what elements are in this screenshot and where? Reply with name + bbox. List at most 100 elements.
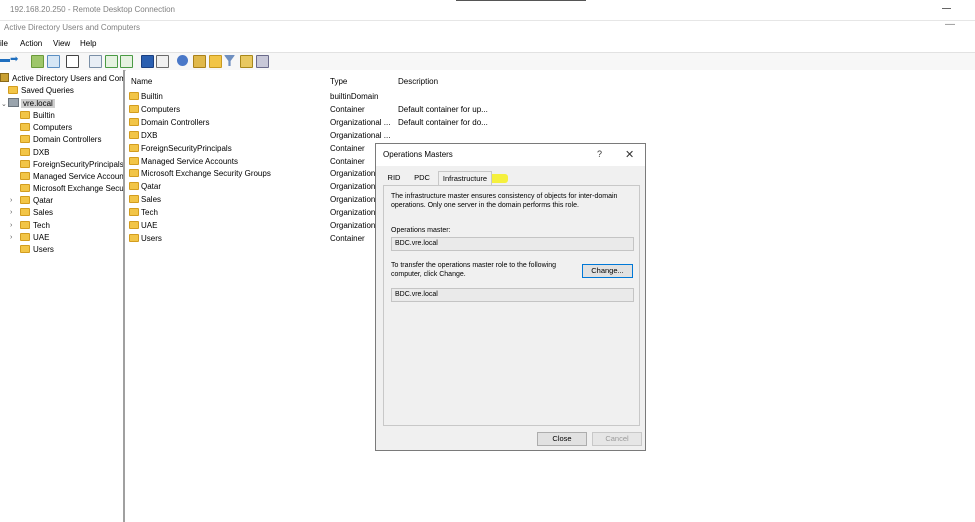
forward-arrow-icon[interactable]: ➡ [10, 54, 18, 65]
list-item-name: Tech [141, 208, 158, 218]
list-item-name: Builtin [141, 92, 163, 101]
folder-icon [129, 182, 139, 191]
folder-icon [129, 104, 139, 113]
pane-splitter[interactable] [123, 70, 125, 522]
tree-item-sales[interactable]: Sales [20, 207, 53, 219]
tree-item-qatar[interactable]: Qatar [20, 195, 53, 207]
add-to-group-icon[interactable] [256, 55, 269, 68]
list-item-name: ForeignSecurityPrincipals [141, 143, 232, 153]
chevron-down-icon[interactable]: ⌄ [1, 100, 7, 108]
tree-pane: Active Directory Users and Comp Saved Qu… [0, 70, 123, 522]
tab-infrastructure[interactable]: Infrastructure [438, 171, 492, 186]
folder-icon [20, 221, 30, 229]
domain-icon [8, 98, 19, 107]
tab-panel: The infrastructure master ensures consis… [383, 185, 640, 426]
menu-action[interactable]: Action [20, 39, 42, 48]
new-user-icon[interactable] [177, 55, 188, 66]
help-icon[interactable] [141, 55, 154, 68]
chevron-right-icon[interactable]: › [10, 222, 12, 229]
tree-item-managed-service-accounts[interactable]: Managed Service Accoun [20, 171, 123, 183]
list-item-name: UAE [141, 221, 158, 230]
column-header-type[interactable]: Type [330, 77, 347, 86]
column-header-name[interactable]: Name [131, 77, 152, 86]
tree-item-domain[interactable]: vre.local [8, 98, 55, 110]
list-item[interactable]: Builtin builtinDomain [129, 91, 529, 103]
tree-item-saved-queries[interactable]: Saved Queries [8, 85, 74, 97]
show-tree-icon[interactable] [47, 55, 60, 68]
list-item[interactable]: DXB Organizational ... [129, 130, 529, 142]
list-item-name: Managed Service Accounts [141, 156, 238, 166]
transfer-target-field[interactable]: BDC.vre.local [391, 288, 634, 302]
window-control-icon[interactable]: — [945, 19, 955, 30]
folder-icon [129, 130, 139, 139]
folder-icon [20, 233, 30, 241]
tree-item-dxb[interactable]: DXB [20, 147, 49, 159]
back-arrow-icon[interactable]: ▬ [0, 54, 10, 65]
list-item-type: Container [330, 104, 365, 114]
folder-icon [129, 143, 139, 152]
tab-rid[interactable]: RID [383, 171, 405, 185]
list-item-name: Qatar [141, 182, 162, 192]
properties-icon[interactable] [89, 55, 102, 68]
new-ou-icon[interactable] [209, 55, 222, 68]
chevron-right-icon[interactable]: › [10, 209, 12, 216]
folder-icon [129, 169, 139, 178]
help-icon[interactable]: ? [597, 149, 602, 159]
folder-icon [20, 196, 30, 204]
tree-item-tech[interactable]: Tech [20, 220, 50, 232]
chevron-right-icon[interactable]: › [10, 197, 12, 204]
list-item-name: Computers [141, 104, 181, 114]
delete-icon[interactable] [66, 55, 79, 68]
tree-item-computers[interactable]: Computers [20, 122, 72, 134]
column-header-description[interactable]: Description [398, 77, 438, 86]
action-pane-icon[interactable] [156, 55, 169, 68]
chevron-right-icon[interactable]: › [10, 234, 12, 241]
filter-icon[interactable] [224, 55, 235, 66]
list-item-name: Sales [141, 195, 162, 205]
new-group-icon[interactable] [193, 55, 206, 68]
tree-item-uae[interactable]: UAE [20, 232, 49, 244]
tree-item-users[interactable]: Users [20, 244, 54, 256]
folder-icon [20, 123, 30, 131]
folder-icon [129, 92, 139, 100]
close-button[interactable]: Close [537, 432, 587, 446]
directory-icon [0, 73, 9, 82]
find-icon[interactable] [240, 55, 253, 68]
rdp-connection-bar[interactable] [456, 0, 586, 1]
change-button[interactable]: Change... [582, 264, 633, 278]
list-item-type: builtinDomain [330, 92, 379, 101]
folder-icon [20, 245, 30, 253]
up-folder-icon[interactable] [31, 55, 44, 68]
menu-help[interactable]: Help [80, 39, 96, 48]
app-window-title: Active Directory Users and Computers [4, 23, 141, 32]
list-item-name: DXB [141, 130, 158, 140]
folder-icon [20, 111, 30, 119]
export-list-icon[interactable] [120, 55, 133, 68]
rdp-window-title: 192.168.20.250 - Remote Desktop Connecti… [10, 5, 175, 14]
refresh-icon[interactable] [105, 55, 118, 68]
minimize-icon[interactable] [940, 3, 954, 13]
list-item-type: Organizational ... [330, 130, 391, 140]
tree-root[interactable]: Active Directory Users and Comp [0, 73, 123, 85]
list-item[interactable]: Domain Controllers Organizational ... Defa… [129, 117, 529, 129]
menu-view[interactable]: View [53, 39, 70, 48]
tree-item-foreignsecurityprincipals[interactable]: ForeignSecurityPrincipals [20, 159, 123, 171]
tab-pdc[interactable]: PDC [410, 171, 434, 185]
folder-icon [129, 233, 139, 242]
list-item-description: Default container for do... [398, 117, 488, 127]
tree-item-builtin[interactable]: Builtin [20, 110, 55, 122]
close-icon[interactable]: ✕ [625, 148, 634, 161]
folder-icon [129, 156, 139, 165]
menu-file[interactable]: ile [0, 39, 8, 48]
list-item[interactable]: Computers Container Default container for … [129, 104, 529, 116]
tree-item-microsoft-exchange[interactable]: Microsoft Exchange Secu [20, 183, 123, 195]
transfer-instructions: To transfer the operations master role t… [391, 262, 556, 278]
folder-icon [129, 221, 139, 229]
ops-master-label: Operations master: [391, 227, 451, 234]
cancel-button[interactable]: Cancel [592, 432, 642, 446]
ops-master-field[interactable]: BDC.vre.local [391, 237, 634, 251]
list-item-name: Domain Controllers [141, 117, 210, 127]
folder-icon [129, 208, 139, 217]
toolbar: ▬ ➡ [0, 52, 975, 71]
tree-item-domain-controllers[interactable]: Domain Controllers [20, 134, 101, 146]
